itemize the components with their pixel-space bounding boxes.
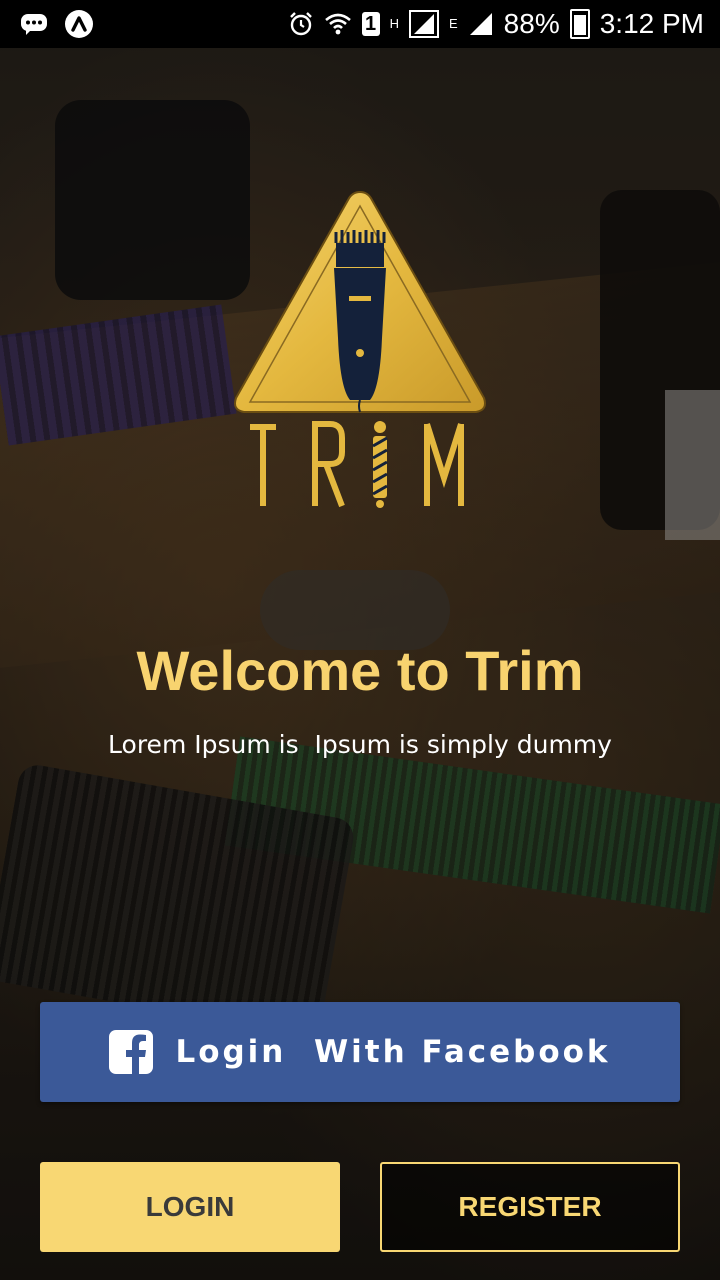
status-bar: 1 H E 88% 3:12 PM bbox=[0, 0, 720, 48]
facebook-icon bbox=[109, 1030, 154, 1074]
facebook-login-button[interactable]: Login With Facebook bbox=[40, 1002, 680, 1102]
signal-icon-2 bbox=[468, 12, 494, 36]
alarm-icon bbox=[288, 11, 314, 37]
wifi-icon bbox=[324, 12, 352, 36]
battery-percent: 88% bbox=[503, 8, 560, 39]
screen: 1 H E 88% 3:12 PM Welcome to Trim Lorem … bbox=[0, 0, 720, 1280]
welcome-subtitle: Lorem Ipsum is Ipsum is simply dummy bbox=[108, 730, 612, 759]
signal-icon bbox=[409, 10, 439, 38]
signal-type-label: H bbox=[389, 16, 399, 31]
register-button[interactable]: REGISTER bbox=[380, 1162, 680, 1252]
facebook-login-label: Login With Facebook bbox=[175, 1034, 611, 1070]
app-icon bbox=[64, 9, 94, 39]
clock: 3:12 PM bbox=[599, 8, 704, 39]
login-button[interactable]: LOGIN bbox=[40, 1162, 340, 1252]
welcome-title: Welcome to Trim bbox=[136, 639, 584, 702]
battery-icon bbox=[569, 9, 590, 39]
sim-badge: 1 bbox=[361, 12, 380, 36]
chat-icon bbox=[20, 12, 48, 36]
trim-logo bbox=[230, 188, 490, 518]
signal-type-label-2: E bbox=[449, 16, 458, 31]
